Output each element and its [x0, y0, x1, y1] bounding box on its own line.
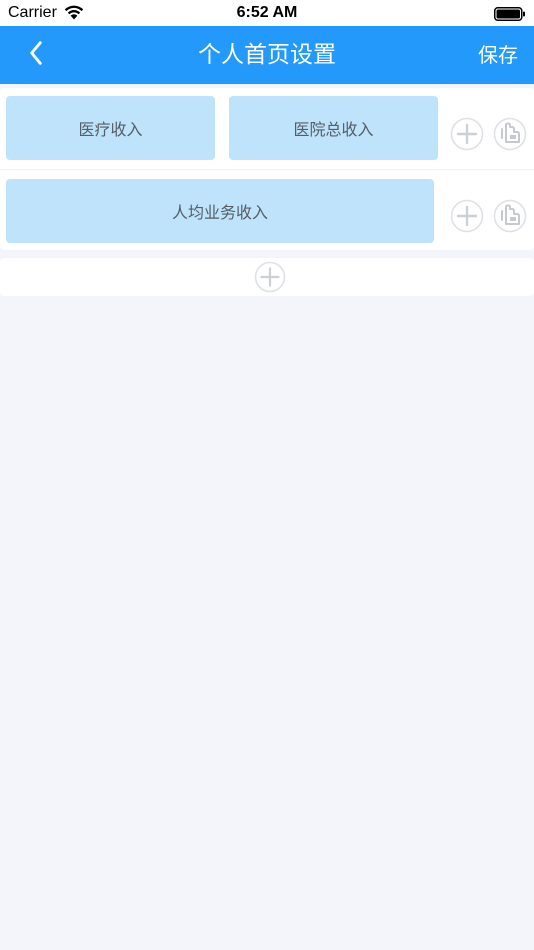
back-button[interactable] [18, 39, 54, 71]
widget-tile[interactable]: 医疗收入 [6, 96, 215, 160]
battery-icon [494, 6, 526, 21]
status-time: 6:52 AM [236, 4, 298, 21]
add-row-strip [0, 258, 534, 296]
widget-tile[interactable]: 人均业务收入 [6, 179, 434, 243]
add-widget-button[interactable] [450, 199, 484, 233]
save-button[interactable]: 保存 [478, 26, 518, 84]
add-widget-button[interactable] [450, 117, 484, 151]
drag-handle-icon [493, 117, 527, 151]
chevron-left-icon [29, 41, 43, 69]
drag-handle-button[interactable] [493, 199, 527, 233]
plus-circle-icon [450, 117, 484, 151]
widget-tile[interactable]: 医院总收入 [229, 96, 438, 160]
drag-handle-icon [493, 199, 527, 233]
page-title: 个人首页设置 [198, 42, 336, 68]
plus-circle-icon [254, 261, 286, 293]
status-bar: Carrier 6:52 AM [0, 0, 534, 26]
drag-handle-button[interactable] [493, 117, 527, 151]
plus-circle-icon [450, 199, 484, 233]
widget-rows-panel: 医疗收入 医院总收入 人均业务收入 [0, 88, 534, 250]
row-divider [0, 169, 534, 170]
add-row-button[interactable] [254, 261, 286, 293]
home-settings-screen: Carrier 6:52 AM 个人首页设置 保存 医疗收入 医院总收入 人均业… [0, 0, 534, 950]
navigation-bar: 个人首页设置 保存 [0, 26, 534, 84]
